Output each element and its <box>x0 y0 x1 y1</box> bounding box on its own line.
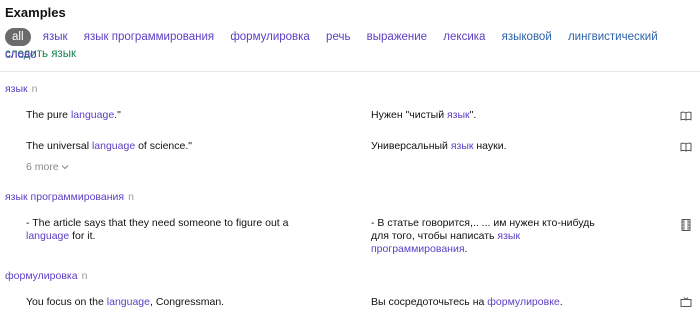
part-of-speech: n <box>81 270 88 282</box>
filter-all[interactable]: all <box>5 28 31 46</box>
example-highlight: язык <box>450 140 474 152</box>
example-text: Вы сосредоточьтесь на <box>371 296 488 308</box>
filter-lingvisticheskiy[interactable]: лингвистический <box>568 29 658 45</box>
section-heading-yazyk-programmirovaniya[interactable]: язык программирования n <box>5 191 134 203</box>
example-en: You focus on the language, Congressman. <box>26 296 296 309</box>
book-icon[interactable] <box>680 111 692 121</box>
section-word: язык программирования <box>5 191 125 203</box>
example-text: for it. <box>69 230 96 242</box>
example-text: ." <box>114 109 121 121</box>
example-text: ". <box>469 109 477 121</box>
example-en: The universal language of science." <box>26 140 296 153</box>
example-highlight: language <box>91 140 136 152</box>
example-text: The pure <box>26 109 71 121</box>
example-text: , Congressman. <box>149 296 225 308</box>
page-title: Examples <box>5 5 66 20</box>
example-ru: Универсальный язык науки. <box>371 140 611 153</box>
filter-leksika[interactable]: лексика <box>443 29 485 45</box>
example-highlight: язык <box>446 109 470 121</box>
filter-slovo[interactable]: слово <box>5 49 36 61</box>
filter-vyrazhenie[interactable]: выражение <box>367 29 427 45</box>
example-text: of science." <box>135 140 193 152</box>
tv-icon[interactable] <box>680 297 692 307</box>
example-highlight: формулировке <box>487 296 560 308</box>
section-heading-formulirovka[interactable]: формулировка n <box>5 270 87 282</box>
filter-bar: all язык язык программирования формулиро… <box>5 28 695 62</box>
example-text: You focus on the <box>26 296 107 308</box>
section-heading-yazyk[interactable]: язык n <box>5 83 37 95</box>
filter-rech[interactable]: речь <box>326 29 350 45</box>
part-of-speech: n <box>31 83 38 95</box>
example-text: Нужен "чистый <box>371 109 447 121</box>
filter-formulirovka[interactable]: формулировка <box>230 29 310 45</box>
example-ru: Вы сосредоточьтесь на формулировке. <box>371 296 611 309</box>
example-text: для того, чтобы написать <box>371 230 498 242</box>
example-text: Универсальный <box>371 140 451 152</box>
part-of-speech: n <box>128 191 134 203</box>
filter-yazyk[interactable]: язык <box>43 29 68 45</box>
example-en: The pure language." <box>26 109 296 122</box>
example-text: . <box>559 296 563 308</box>
book-icon[interactable] <box>680 142 692 152</box>
filter-yazykovoy[interactable]: языковой <box>502 29 552 45</box>
example-highlight: language <box>106 296 150 308</box>
section-word: язык <box>5 83 28 95</box>
example-highlight: программирования <box>371 243 465 255</box>
example-text: - В статье говорится,.. ... им нужен кто… <box>371 217 595 229</box>
example-highlight: language <box>26 230 70 242</box>
example-ru: Нужен "чистый язык". <box>371 109 611 122</box>
example-ru: - В статье говорится,.. ... им нужен кто… <box>371 217 651 256</box>
example-text: науки. <box>473 140 507 152</box>
example-text: . <box>464 243 468 255</box>
example-highlight: язык <box>497 230 521 242</box>
divider <box>0 71 700 72</box>
section-word: формулировка <box>5 270 78 282</box>
example-en: - The article says that they need someon… <box>26 217 306 243</box>
chevron-down-icon <box>61 165 69 170</box>
film-icon[interactable] <box>681 219 691 231</box>
show-more-label: 6 more <box>26 161 59 173</box>
example-highlight: language <box>70 109 115 121</box>
filter-yazyk-programmirovaniya[interactable]: язык программирования <box>84 29 214 45</box>
example-text: - The article says that they need someon… <box>26 217 289 229</box>
show-more-button[interactable]: 6 more <box>26 161 69 173</box>
example-text: The universal <box>26 140 92 152</box>
